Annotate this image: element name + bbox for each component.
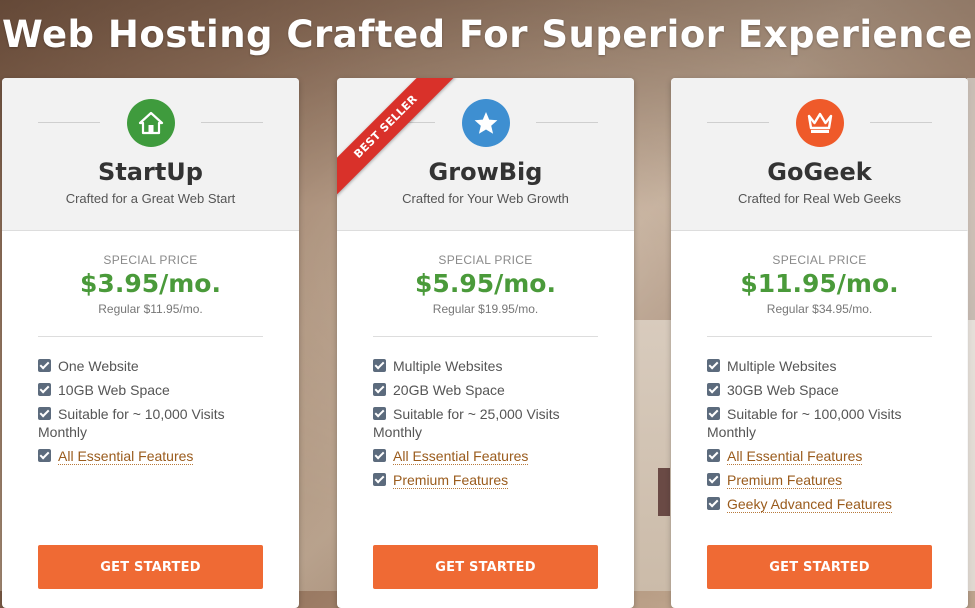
feature-text: Multiple Websites <box>393 358 503 374</box>
feature-link-premium[interactable]: Premium Features <box>727 472 843 489</box>
divider-line <box>536 122 598 123</box>
plan-card-growbig: GrowBig Crafted for Your Web Growth SPEC… <box>337 78 634 608</box>
feature-text: 10GB Web Space <box>58 382 170 398</box>
plan-tagline: Crafted for a Great Web Start <box>65 191 236 206</box>
feature-link-geeky[interactable]: Geeky Advanced Features <box>727 496 892 513</box>
checkbox-icon <box>373 359 386 372</box>
feature-list: Multiple Websites 30GB Web Space Suitabl… <box>671 337 968 513</box>
feature-text: 20GB Web Space <box>393 382 505 398</box>
get-started-button-growbig[interactable]: GET STARTED <box>373 545 598 589</box>
feature-item: Premium Features <box>707 471 934 489</box>
feature-item: Multiple Websites <box>373 357 600 375</box>
house-icon <box>126 99 175 147</box>
feature-text: Suitable for ~ 100,000 Visits Monthly <box>707 406 902 440</box>
ribbon-label: BEST SELLER <box>337 78 456 197</box>
star-icon <box>461 99 510 147</box>
feature-text: Suitable for ~ 25,000 Visits Monthly <box>373 406 560 440</box>
background-decor <box>658 468 670 516</box>
feature-text: Multiple Websites <box>727 358 837 374</box>
feature-item: 20GB Web Space <box>373 381 600 399</box>
get-started-button-gogeek[interactable]: GET STARTED <box>707 545 932 589</box>
checkbox-icon <box>373 473 386 486</box>
feature-item: All Essential Features <box>373 447 600 465</box>
plan-name: StartUp <box>98 158 203 186</box>
feature-link-essential[interactable]: All Essential Features <box>58 448 194 465</box>
feature-text: Suitable for ~ 10,000 Visits Monthly <box>38 406 225 440</box>
feature-item: Geeky Advanced Features <box>707 495 934 513</box>
special-price-label: SPECIAL PRICE <box>103 253 198 267</box>
plan-header: GoGeek Crafted for Real Web Geeks <box>671 78 968 231</box>
price-block: SPECIAL PRICE $3.95/mo. Regular $11.95/m… <box>38 231 263 337</box>
page-headline: Web Hosting Crafted For Superior Experie… <box>1 12 974 56</box>
feature-item: All Essential Features <box>38 447 265 465</box>
feature-list: One Website 10GB Web Space Suitable for … <box>2 337 299 465</box>
special-price-label: SPECIAL PRICE <box>438 253 533 267</box>
plan-header: StartUp Crafted for a Great Web Start <box>2 78 299 231</box>
feature-link-essential[interactable]: All Essential Features <box>727 448 863 465</box>
regular-price: Regular $11.95/mo. <box>98 302 203 316</box>
feature-link-premium[interactable]: Premium Features <box>393 472 509 489</box>
checkbox-icon <box>373 383 386 396</box>
plan-price: $3.95/mo. <box>80 269 221 298</box>
divider-line <box>38 122 100 123</box>
plan-icon-row <box>707 99 932 147</box>
checkbox-icon <box>373 407 386 420</box>
feature-item: 10GB Web Space <box>38 381 265 399</box>
checkbox-icon <box>707 359 720 372</box>
plan-price: $5.95/mo. <box>415 269 556 298</box>
feature-item: Suitable for ~ 10,000 Visits Monthly <box>38 405 265 441</box>
feature-item: All Essential Features <box>707 447 934 465</box>
plan-icon-row <box>38 99 263 147</box>
feature-item: Premium Features <box>373 471 600 489</box>
feature-item: Multiple Websites <box>707 357 934 375</box>
divider-line <box>707 122 769 123</box>
regular-price: Regular $19.95/mo. <box>432 302 539 316</box>
get-started-button-startup[interactable]: GET STARTED <box>38 545 263 589</box>
checkbox-icon <box>38 449 51 462</box>
checkbox-icon <box>38 383 51 396</box>
feature-link-essential[interactable]: All Essential Features <box>393 448 529 465</box>
best-seller-ribbon: BEST SELLER <box>337 78 462 203</box>
plan-price: $11.95/mo. <box>740 269 899 298</box>
feature-text: One Website <box>58 358 139 374</box>
checkbox-icon <box>373 449 386 462</box>
feature-text: 30GB Web Space <box>727 382 839 398</box>
checkbox-icon <box>707 383 720 396</box>
feature-list: Multiple Websites 20GB Web Space Suitabl… <box>337 337 634 489</box>
checkbox-icon <box>707 407 720 420</box>
checkbox-icon <box>707 473 720 486</box>
checkbox-icon <box>38 359 51 372</box>
feature-item: One Website <box>38 357 265 375</box>
plan-card-gogeek: GoGeek Crafted for Real Web Geeks SPECIA… <box>671 78 968 608</box>
checkbox-icon <box>38 407 51 420</box>
checkbox-icon <box>707 497 720 510</box>
feature-item: Suitable for ~ 25,000 Visits Monthly <box>373 405 600 441</box>
feature-item: 30GB Web Space <box>707 381 934 399</box>
plan-tagline: Crafted for Real Web Geeks <box>737 191 902 206</box>
regular-price: Regular $34.95/mo. <box>766 302 873 316</box>
divider-line <box>201 122 263 123</box>
special-price-label: SPECIAL PRICE <box>772 253 867 267</box>
plan-name: GoGeek <box>767 158 872 186</box>
divider-line <box>870 122 932 123</box>
checkbox-icon <box>707 449 720 462</box>
price-block: SPECIAL PRICE $11.95/mo. Regular $34.95/… <box>707 231 932 337</box>
plan-card-startup: StartUp Crafted for a Great Web Start SP… <box>2 78 299 608</box>
next-card-edge <box>967 78 975 591</box>
crown-icon <box>795 99 844 147</box>
price-block: SPECIAL PRICE $5.95/mo. Regular $19.95/m… <box>373 231 598 337</box>
feature-item: Suitable for ~ 100,000 Visits Monthly <box>707 405 934 441</box>
